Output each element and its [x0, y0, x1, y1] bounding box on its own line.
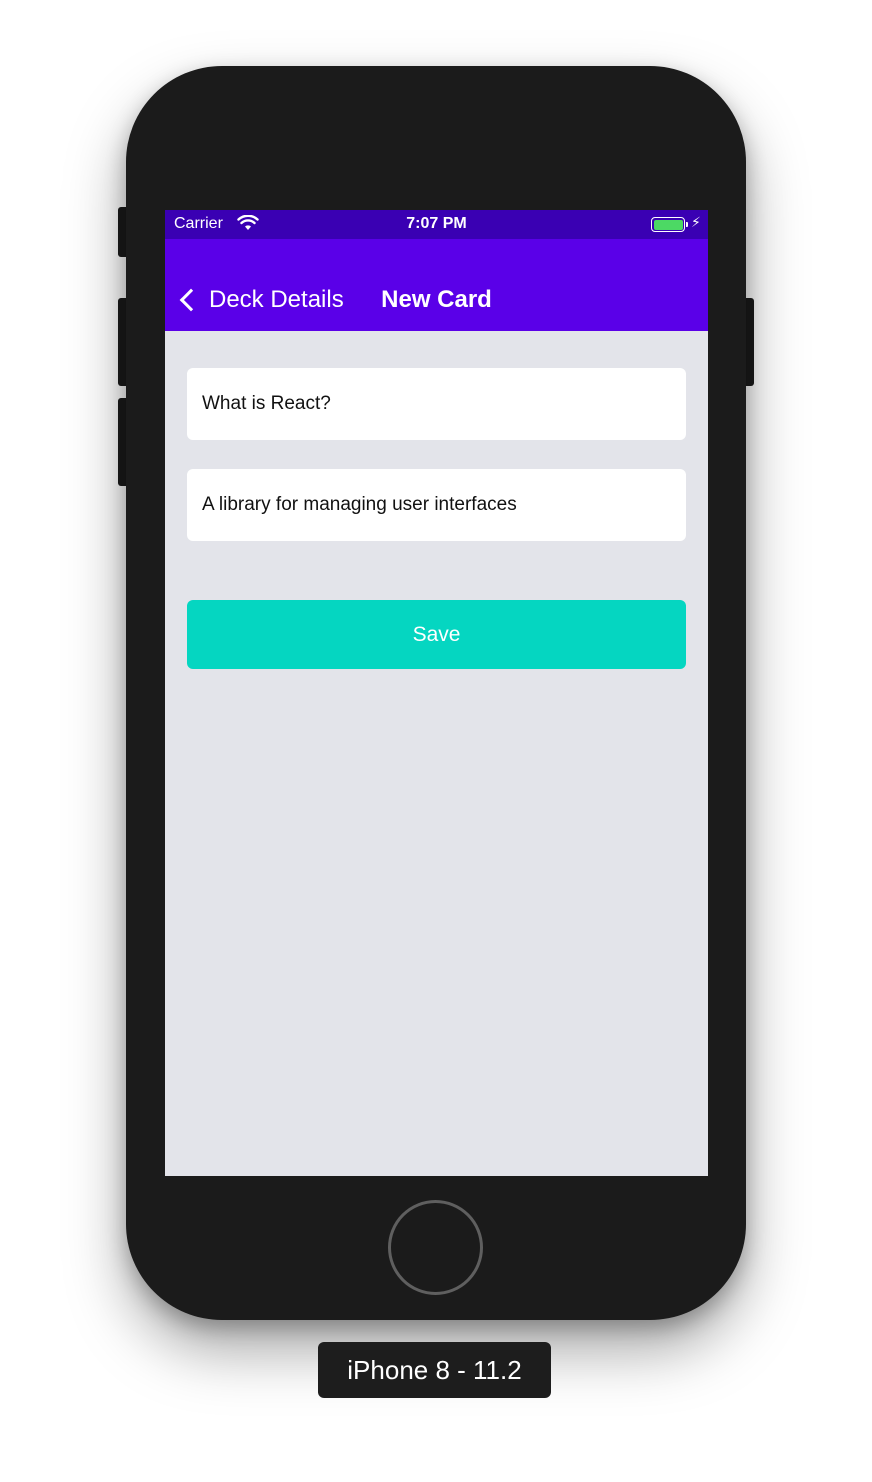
status-bar: Carrier 7:07 PM ⚡︎	[165, 210, 708, 239]
back-button-label: Deck Details	[209, 286, 344, 313]
battery-level	[653, 219, 683, 230]
app-screen: Carrier 7:07 PM ⚡︎ Deck Details New Card	[165, 210, 708, 1176]
home-button[interactable]	[388, 1200, 483, 1295]
navigation-bar: Deck Details New Card	[165, 239, 708, 331]
save-button[interactable]: Save	[187, 600, 686, 669]
page-title: New Card	[381, 286, 492, 313]
clock-time: 7:07 PM	[406, 215, 467, 232]
simulator-stage: Carrier 7:07 PM ⚡︎ Deck Details New Card	[0, 0, 872, 1482]
back-button[interactable]: Deck Details	[177, 284, 344, 316]
answer-input[interactable]	[187, 469, 686, 541]
device-label: iPhone 8 - 11.2	[318, 1342, 551, 1398]
battery-cap	[686, 222, 688, 227]
bolt-icon: ⚡︎	[691, 214, 701, 230]
battery-icon	[651, 217, 685, 232]
chevron-left-icon	[179, 288, 203, 312]
question-input[interactable]	[187, 368, 686, 440]
